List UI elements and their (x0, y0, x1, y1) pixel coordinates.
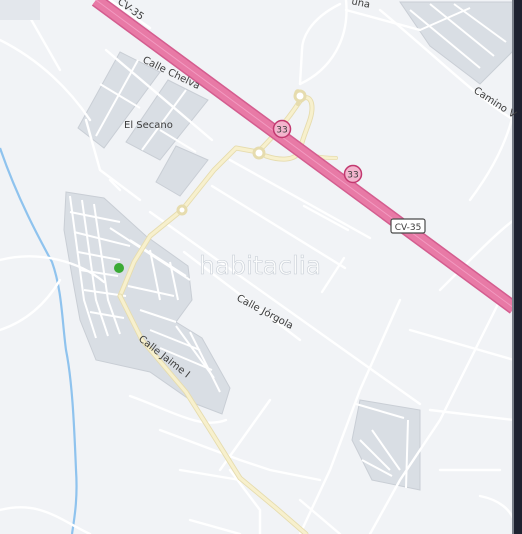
map-right-border (514, 0, 522, 534)
map-top-left-patch (0, 0, 40, 20)
map-svg: 33 33 CV-35 CV-35 una Calle Chelva El Se… (0, 0, 522, 534)
highway-shield-label: CV-35 (395, 223, 422, 233)
location-marker[interactable] (114, 263, 124, 273)
street-label-calle-jorgola: Calle Jórgola (235, 292, 296, 332)
roundabout-south (252, 146, 266, 160)
street-label-camino: Camino V (471, 85, 517, 121)
map-right-border-line (512, 0, 514, 534)
exit-shield-a-label: 33 (276, 126, 287, 136)
highway-shield: CV-35 (390, 218, 426, 234)
residential-area-west (63, 191, 231, 415)
exit-shield-b-label: 33 (347, 171, 358, 181)
watermark: habitaclia (199, 251, 321, 280)
roundabout-north (293, 89, 307, 103)
exit-shield-b: 33 (343, 164, 363, 184)
top-partial-label: una (350, 0, 371, 11)
roundabout-west (176, 204, 188, 216)
exit-shield-a: 33 (272, 119, 292, 139)
place-label-el-secano: El Secano (124, 120, 173, 131)
built-up-areas (63, 1, 515, 491)
map-canvas[interactable]: 33 33 CV-35 CV-35 una Calle Chelva El Se… (0, 0, 522, 534)
